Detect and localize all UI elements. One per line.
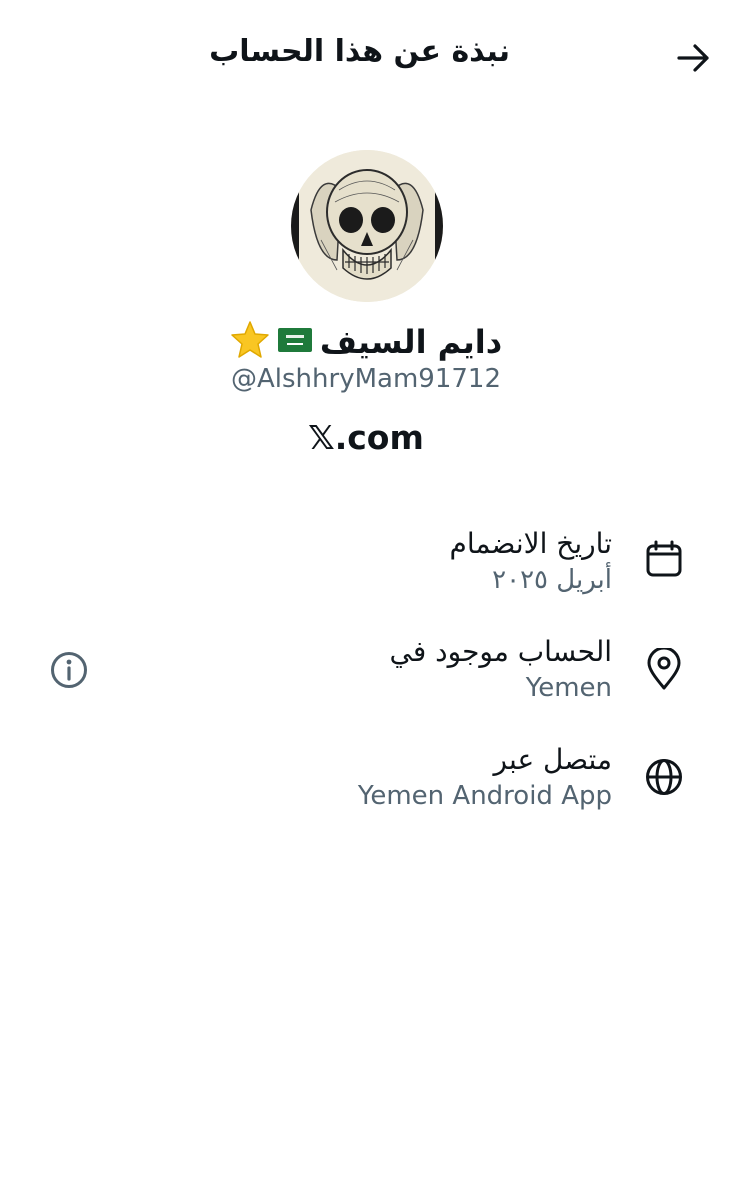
display-name-row: دايم السيف <box>0 320 732 364</box>
connected-label: متصل عبر <box>493 743 612 776</box>
joined-label: تاريخ الانضمام <box>449 527 613 560</box>
info-row-location: الحساب موجود في Yemen <box>0 633 732 723</box>
info-row-joined: تاريخ الانضمام أبريل ٢٠٢٥ <box>0 525 732 615</box>
star-icon <box>230 320 270 364</box>
display-name: دايم السيف <box>319 323 503 361</box>
back-button[interactable] <box>674 38 714 78</box>
about-account-page: نبذة عن هذا الحساب دايم السيف @AlshhryMa… <box>0 0 732 1200</box>
website-row: 𝕏.com <box>0 418 732 457</box>
username-handle[interactable]: @AlshhryMam91712 <box>0 364 732 394</box>
skull-avatar-image <box>291 150 443 302</box>
website-link[interactable]: 𝕏.com <box>308 418 424 457</box>
joined-value: أبريل ٢٠٢٥ <box>492 565 612 595</box>
page-title: نبذة عن هذا الحساب <box>209 34 510 69</box>
saudi-flag-icon <box>277 328 312 356</box>
location-value: Yemen <box>525 673 612 703</box>
globe-icon <box>642 755 686 799</box>
arrow-right-icon <box>677 44 709 72</box>
location-label: الحساب موجود في <box>389 635 612 668</box>
connected-value: Yemen Android App <box>357 781 612 811</box>
header: نبذة عن هذا الحساب <box>0 0 732 115</box>
calendar-icon <box>642 537 686 581</box>
info-circle-icon[interactable] <box>48 649 90 691</box>
location-pin-icon <box>642 647 686 691</box>
avatar[interactable] <box>291 150 443 302</box>
info-row-connected: متصل عبر Yemen Android App <box>0 741 732 831</box>
